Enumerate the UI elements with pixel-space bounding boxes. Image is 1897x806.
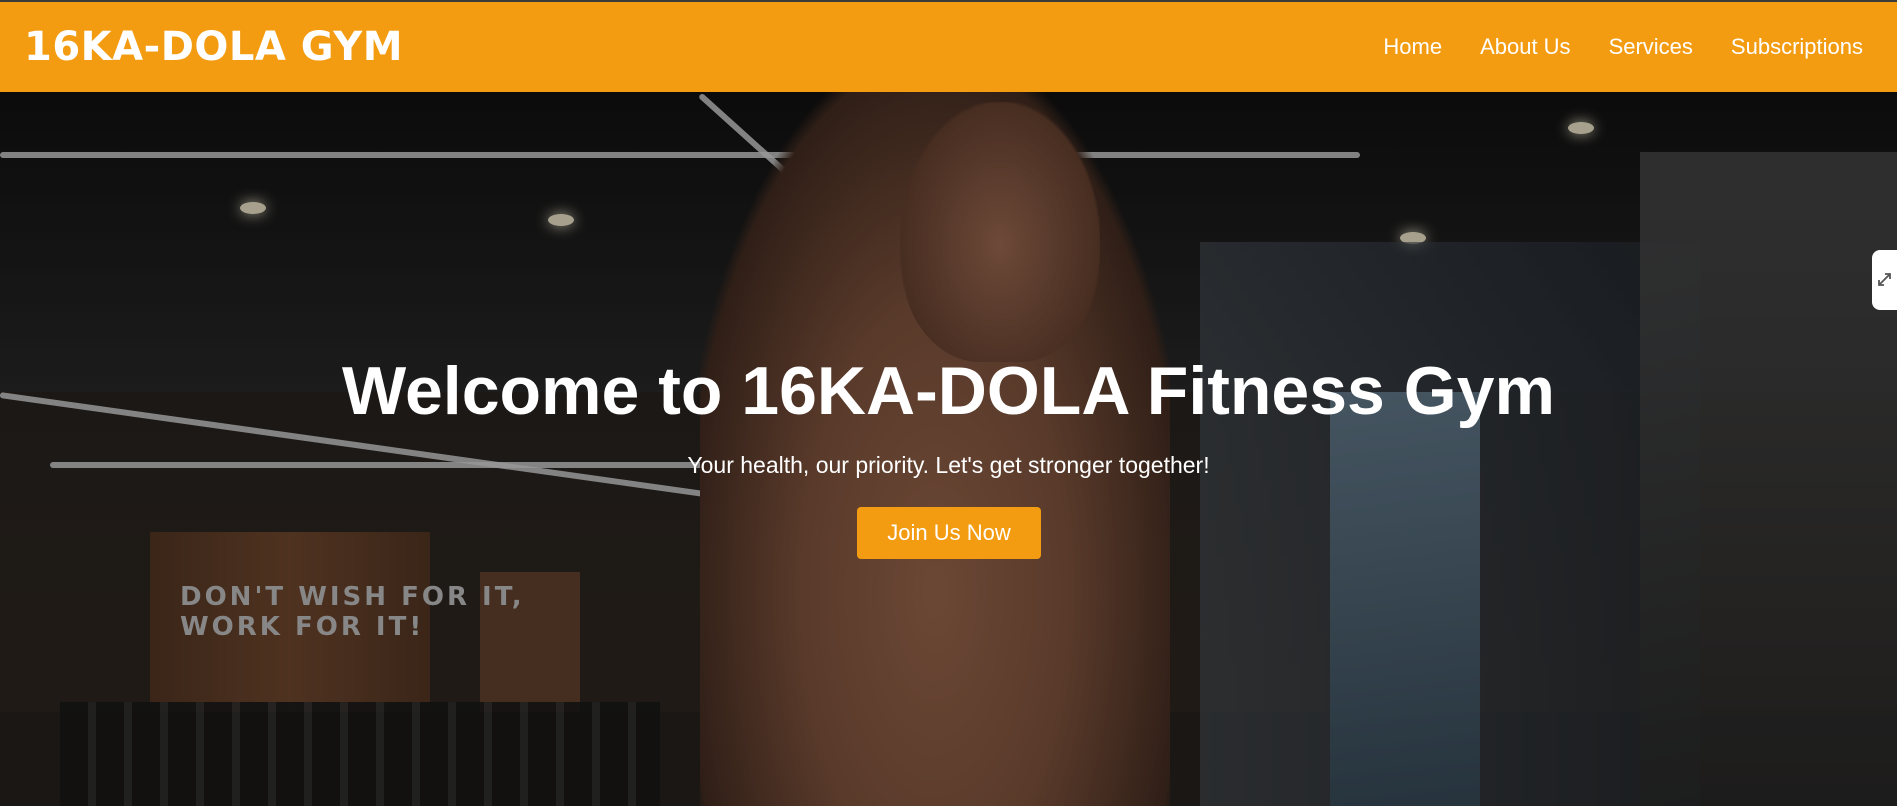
hero-content: Welcome to 16KA-DOLA Fitness Gym Your he…: [0, 92, 1897, 806]
site-logo-text: 16KA-DOLA GYM: [24, 24, 404, 70]
navbar: 16KA-DOLA GYM Home About Us Services Sub…: [0, 2, 1897, 92]
nav-links: Home About Us Services Subscriptions: [1383, 34, 1863, 60]
expand-arrows-icon: [1877, 273, 1891, 286]
nav-link-home[interactable]: Home: [1383, 34, 1442, 60]
nav-link-about-us[interactable]: About Us: [1480, 34, 1571, 60]
side-expand-tab[interactable]: [1872, 250, 1897, 310]
join-us-button[interactable]: Join Us Now: [857, 507, 1041, 559]
site-logo[interactable]: 16KA-DOLA GYM: [24, 27, 403, 67]
hero-subtitle: Your health, our priority. Let's get str…: [687, 452, 1210, 478]
nav-link-subscriptions[interactable]: Subscriptions: [1731, 34, 1863, 60]
nav-link-services[interactable]: Services: [1609, 34, 1693, 60]
hero-section: DON'T WISH FOR IT, WORK FOR IT! Welcome …: [0, 92, 1897, 806]
hero-title: Welcome to 16KA-DOLA Fitness Gym: [342, 353, 1555, 429]
